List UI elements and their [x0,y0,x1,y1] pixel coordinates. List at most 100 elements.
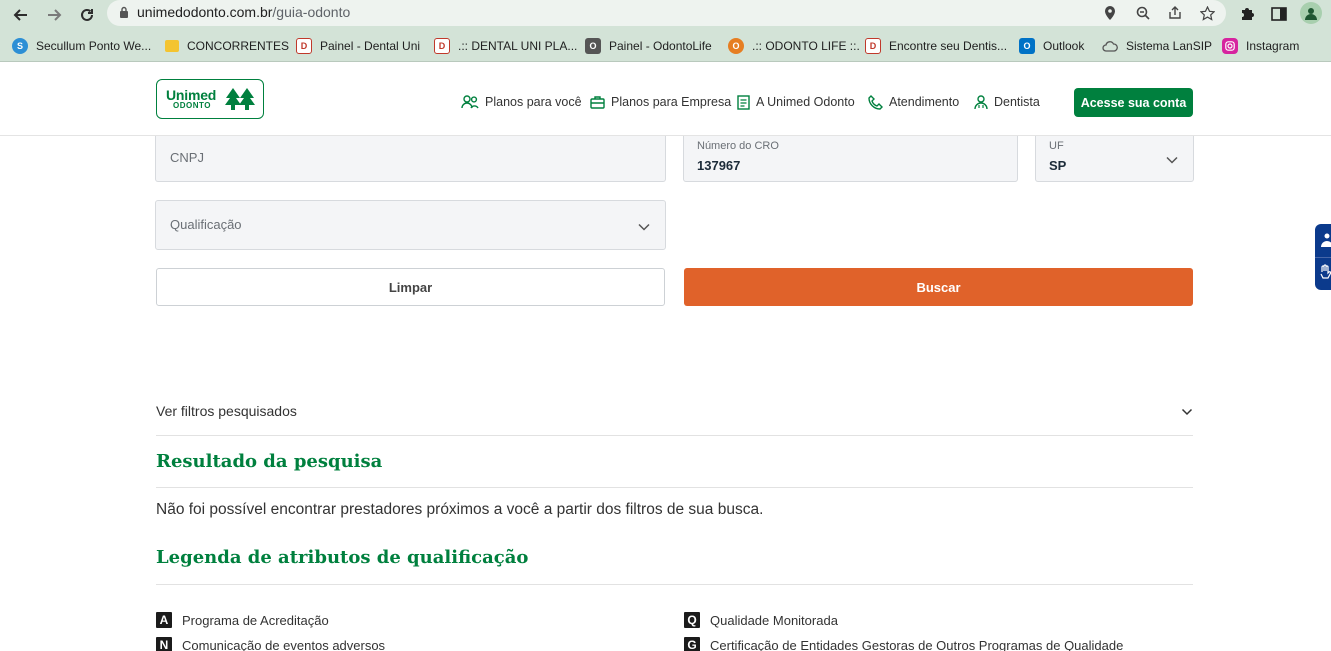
widget-divider [1315,257,1331,258]
bookmark-odonto-life[interactable]: O .:: ODONTO LIFE ::. [728,36,860,56]
folder-icon [165,40,179,52]
limpar-button[interactable]: Limpar [156,268,665,306]
legend-label: Comunicação de eventos adversos [182,637,386,651]
uf-label: UF [1049,140,1064,152]
ver-filtros-toggle[interactable]: Ver filtros pesquisados [156,396,1193,436]
bookmark-concorrentes[interactable]: CONCORRENTES [165,36,289,56]
cnpj-placeholder: CNPJ [170,150,204,165]
share-icon[interactable] [1165,3,1185,23]
dental-uni-icon: D [296,38,312,54]
nav-planos-para-empresa[interactable]: Planos para Empresa [590,93,731,111]
nav-label: Atendimento [889,95,960,109]
url-path: /guia-odonto [272,4,351,20]
chevron-down-icon [638,223,650,231]
odontolife-icon: O [728,38,744,54]
cro-value: 137967 [697,158,741,173]
bookmark-painel-dental-uni[interactable]: D Painel - Dental Uni [296,36,420,56]
browser-toolbar: unimedodonto.com.br/guia-odonto [0,0,1331,30]
nav-planos-para-voce[interactable]: Planos para você [461,93,582,111]
logo-text-bottom: ODONTO [173,101,211,110]
legend-label: Qualidade Monitorada [710,612,838,628]
bookmark-star-icon[interactable] [1197,3,1217,23]
forward-arrow-icon[interactable] [42,3,66,27]
accessibility-person-icon [1321,233,1331,247]
bookmark-label: Painel - OdontoLife [609,39,712,53]
bookmark-label: Sistema LanSIP [1126,39,1213,53]
location-pin-icon[interactable] [1100,3,1120,23]
bookmark-label: Instagram [1246,39,1300,53]
bookmark-label: CONCORRENTES [187,39,290,53]
legenda-title: Legenda de atributos de qualificação [156,547,529,568]
cro-number-field[interactable]: Número do CRO 137967 [683,136,1018,182]
qualificacao-placeholder: Qualificação [170,217,242,232]
url-host: unimedodonto.com.br [137,4,273,20]
chevron-down-icon [1181,408,1193,416]
resultado-title: Resultado da pesquisa [156,451,383,472]
dental-uni-icon: D [865,38,881,54]
bookmark-label: Secullum Ponto We... [36,39,152,53]
bookmark-instagram[interactable]: Instagram [1222,36,1299,56]
bookmark-label: .:: DENTAL UNI PLA... [458,39,578,53]
outlook-icon: O [1019,38,1035,54]
legend-label: Certificação de Entidades Gestoras de Ou… [710,637,1124,651]
acreditacao-badge-icon: A [156,612,172,628]
back-arrow-icon[interactable] [9,3,33,27]
nav-label: Planos para você [485,95,582,109]
url-text: unimedodonto.com.br/guia-odonto [137,4,350,20]
nav-a-unimed-odonto[interactable]: A Unimed Odonto [737,93,855,111]
profile-avatar-icon[interactable] [1300,2,1322,24]
dentist-icon [974,94,988,109]
buscar-button[interactable]: Buscar [684,268,1193,306]
bookmarks-bar: S Secullum Ponto We... CONCORRENTES D Pa… [0,30,1331,62]
legend-item-certificacao: G Certificação de Entidades Gestoras de … [684,637,1123,651]
phone-icon [868,94,883,110]
unimed-odonto-logo[interactable]: Unimed ODONTO [156,79,264,119]
qualificacao-select[interactable]: Qualificação [155,200,666,250]
zoom-icon[interactable] [1133,3,1153,23]
dental-uni-icon: D [434,38,450,54]
nav-atendimento[interactable]: Atendimento [868,93,959,111]
bookmark-encontre-dentista[interactable]: D Encontre seu Dentis... [865,36,1007,56]
bookmark-painel-odontolife[interactable]: O Painel - OdontoLife [585,36,712,56]
legend-item-acreditacao: A Programa de Acreditação [156,612,329,628]
uf-select[interactable]: UF SP [1035,136,1194,182]
secullum-icon: S [12,38,28,54]
certificacao-badge-icon: G [684,637,700,651]
legend-item-eventos-adversos: N Comunicação de eventos adversos [156,637,385,651]
document-icon [737,94,750,110]
bookmark-secullum[interactable]: S Secullum Ponto We... [12,36,151,56]
legend-item-qualidade-monitorada: Q Qualidade Monitorada [684,612,838,628]
briefcase-icon [590,95,605,109]
filters-toggle-label: Ver filtros pesquisados [156,403,297,419]
bookmark-outlook[interactable]: O Outlook [1019,36,1084,56]
bookmark-label: Outlook [1043,39,1085,53]
bookmark-label: Painel - Dental Uni [320,39,421,53]
site-header: Unimed ODONTO Planos para você Planos pa… [0,63,1331,136]
accessibility-widget[interactable] [1315,224,1331,290]
people-icon [461,95,479,109]
cnpj-field[interactable]: CNPJ [155,136,666,182]
nav-label: Dentista [994,95,1040,109]
no-results-message: Não foi possível encontrar prestadores p… [156,501,764,518]
nav-label: A Unimed Odonto [756,95,855,109]
nav-label: Planos para Empresa [611,95,732,109]
eventos-badge-icon: N [156,637,172,651]
side-panel-icon[interactable] [1268,3,1290,25]
reload-icon[interactable] [75,3,99,27]
instagram-icon [1222,38,1238,54]
bookmark-label: .:: ODONTO LIFE ::. [752,39,860,53]
uf-value: SP [1049,158,1067,173]
sign-language-hand-icon [1320,264,1331,279]
nav-dentista[interactable]: Dentista [974,93,1040,111]
bookmark-dental-uni-pla[interactable]: D .:: DENTAL UNI PLA... [434,36,577,56]
tree-logo-icon [225,88,255,110]
chevron-down-icon [1166,156,1178,164]
odontolife-icon: O [585,38,601,54]
acesse-sua-conta-button[interactable]: Acesse sua conta [1074,88,1193,117]
lock-icon [120,6,128,18]
cro-label: Número do CRO [697,140,779,152]
address-bar[interactable]: unimedodonto.com.br/guia-odonto [107,0,1226,26]
bookmark-sistema-lansip[interactable]: Sistema LanSIP [1102,36,1212,56]
section-divider [156,487,1193,488]
extensions-puzzle-icon[interactable] [1236,3,1258,25]
